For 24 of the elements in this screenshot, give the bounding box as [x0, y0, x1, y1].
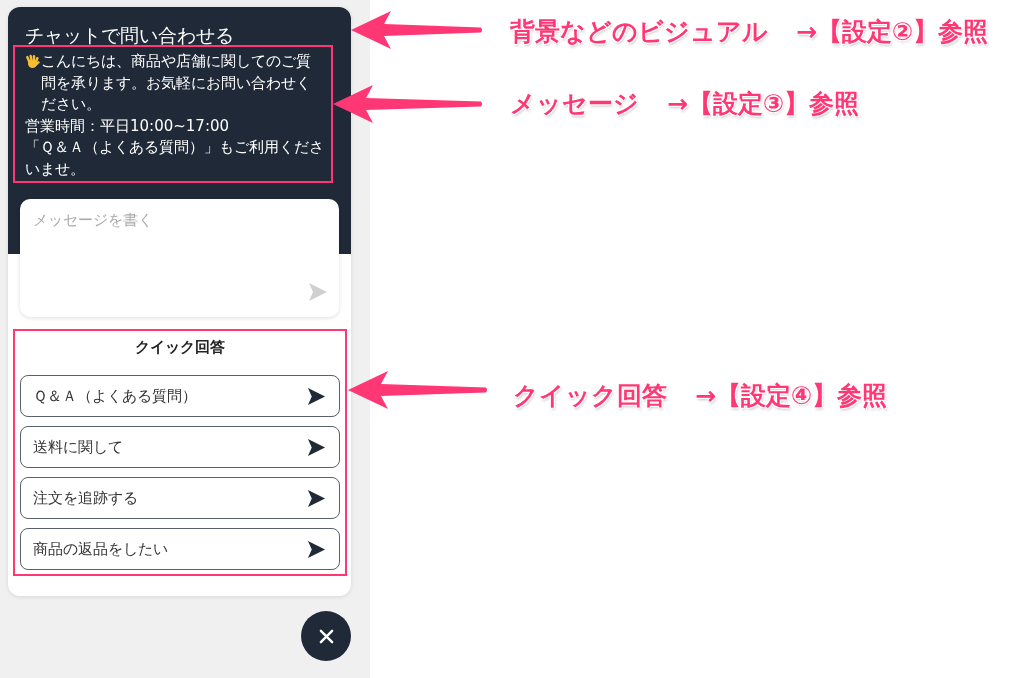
- callout-reference: →【設定②】参照: [796, 17, 989, 47]
- close-icon: [318, 628, 334, 644]
- quick-reply-button[interactable]: 商品の返品をしたい: [20, 528, 340, 570]
- callout-reference: →【設定③】参照: [667, 89, 860, 119]
- message-text: こんにちは、商品や店舗に関してのご質問を承ります。お気軽にお問い合わせください。: [41, 51, 312, 115]
- quick-reply-button[interactable]: 送料に関して: [20, 426, 340, 468]
- chat-title: チャットで問い合わせる: [25, 23, 234, 47]
- send-icon: [307, 437, 326, 457]
- quick-reply-button[interactable]: Ｑ＆Ａ（よくある質問）: [20, 375, 340, 417]
- send-icon: [307, 488, 326, 508]
- send-icon: [308, 282, 328, 302]
- callout-reference: →【設定④】参照: [695, 381, 888, 411]
- quick-reply-title: クイック回答: [135, 337, 225, 357]
- waving-hand-icon: [25, 54, 40, 69]
- callout-label: 背景などのビジュアル: [510, 17, 768, 47]
- quick-reply-button[interactable]: 注文を追跡する: [20, 477, 340, 519]
- message-input[interactable]: メッセージを書く: [20, 199, 339, 317]
- message-text: 営業時間：平日10:00~17:00: [25, 115, 231, 137]
- message-text: 「Ｑ＆Ａ（よくある質問）」もご利用くださいませ。: [25, 137, 325, 180]
- close-button[interactable]: [301, 611, 351, 661]
- send-icon: [307, 386, 326, 406]
- send-icon: [307, 539, 326, 559]
- callout-label: クイック回答: [513, 381, 667, 411]
- callout-label: メッセージ: [510, 89, 639, 119]
